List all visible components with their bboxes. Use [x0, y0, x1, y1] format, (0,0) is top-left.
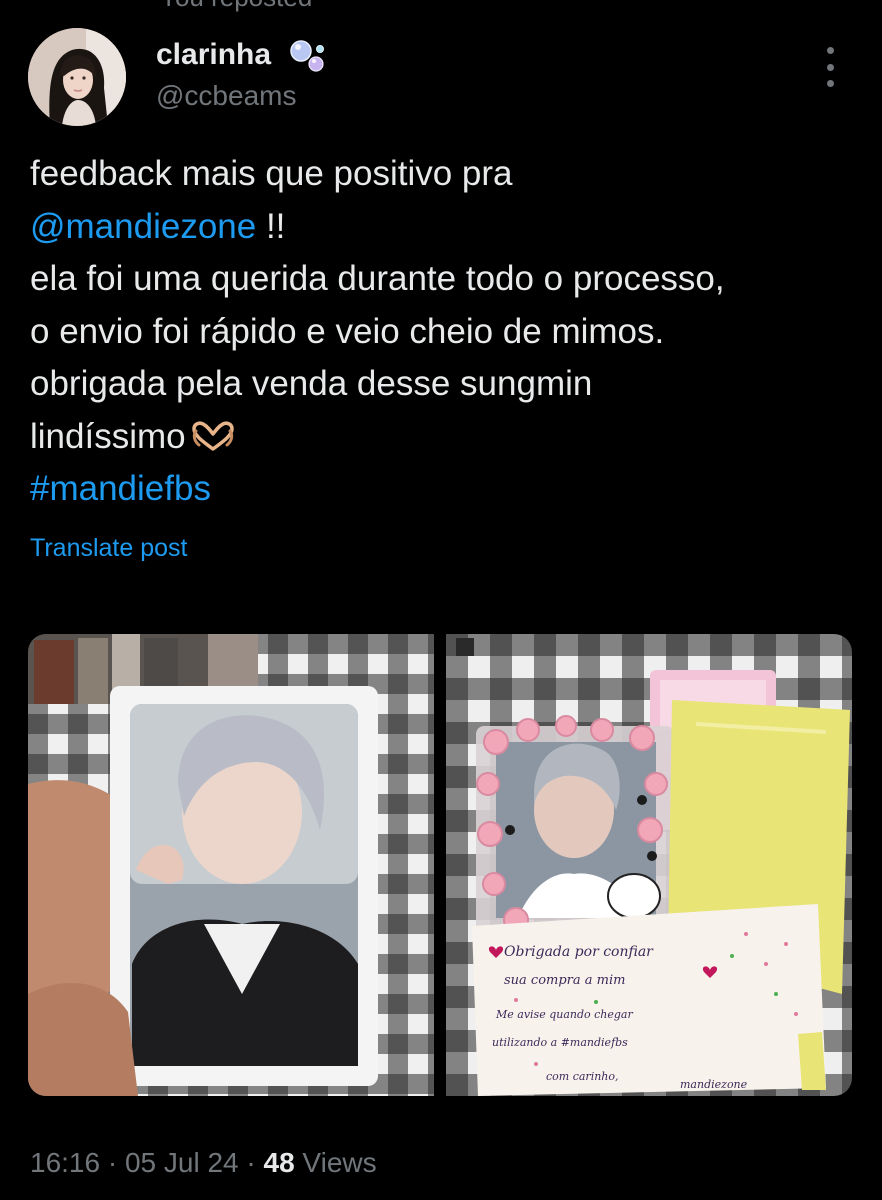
avatar-image	[28, 28, 126, 126]
note-line: utilizando a #mandiefbs	[492, 1036, 628, 1049]
dot	[826, 63, 834, 71]
post-line: ela foi uma querida durante todo o proce…	[30, 259, 725, 298]
post-line: obrigada pela venda desse sungmin	[30, 364, 593, 403]
photocard-image	[28, 634, 434, 1096]
post-text: feedback mais que positivo pra @mandiezo…	[30, 148, 860, 516]
post-line: feedback mais que positivo pra	[30, 154, 513, 193]
avatar[interactable]	[28, 28, 126, 126]
note-line: Obrigada por confiar	[504, 944, 654, 960]
separator: ·	[238, 1147, 264, 1178]
post-date[interactable]: 05 Jul 24	[125, 1147, 239, 1178]
mention-suffix: !!	[256, 206, 286, 246]
dot	[826, 80, 834, 87]
views-count[interactable]: 48	[264, 1147, 295, 1178]
bubbles-icon	[288, 38, 328, 78]
package-image: Obrigada por confiar sua compra a mim Me…	[446, 634, 852, 1096]
note-line: mandiezone	[680, 1078, 748, 1091]
handle[interactable]: @ccbeams	[156, 80, 296, 112]
post-timestamp: 16:16 · 05 Jul 24 · 48 Views	[30, 1147, 377, 1179]
post-line-text: lindíssimo	[30, 416, 186, 456]
note-line: com carinho,	[546, 1070, 619, 1083]
post-line: @mandiezone !!	[30, 201, 860, 254]
post-time[interactable]: 16:16	[30, 1147, 100, 1178]
views-label: Views	[294, 1147, 377, 1178]
photocard-photo[interactable]	[28, 634, 434, 1096]
translate-post-link[interactable]: Translate post	[30, 534, 187, 563]
post-line: lindíssimo	[30, 411, 860, 464]
display-name[interactable]: clarinha	[156, 38, 271, 72]
note-line: sua compra a mim	[504, 973, 625, 988]
package-photo[interactable]: Obrigada por confiar sua compra a mim Me…	[446, 634, 852, 1096]
heart-hands-icon	[190, 414, 236, 451]
repost-header: You reposted	[160, 0, 312, 13]
hashtag-link[interactable]: #mandiefbs	[30, 463, 860, 516]
separator: ·	[100, 1147, 125, 1178]
more-options-icon[interactable]	[820, 44, 840, 90]
dot	[826, 47, 834, 54]
mention-link[interactable]: @mandiezone	[30, 207, 256, 246]
post-line: o envio foi rápido e veio cheio de mimos…	[30, 311, 665, 351]
note-line: Me avise quando chegar	[495, 1008, 633, 1021]
